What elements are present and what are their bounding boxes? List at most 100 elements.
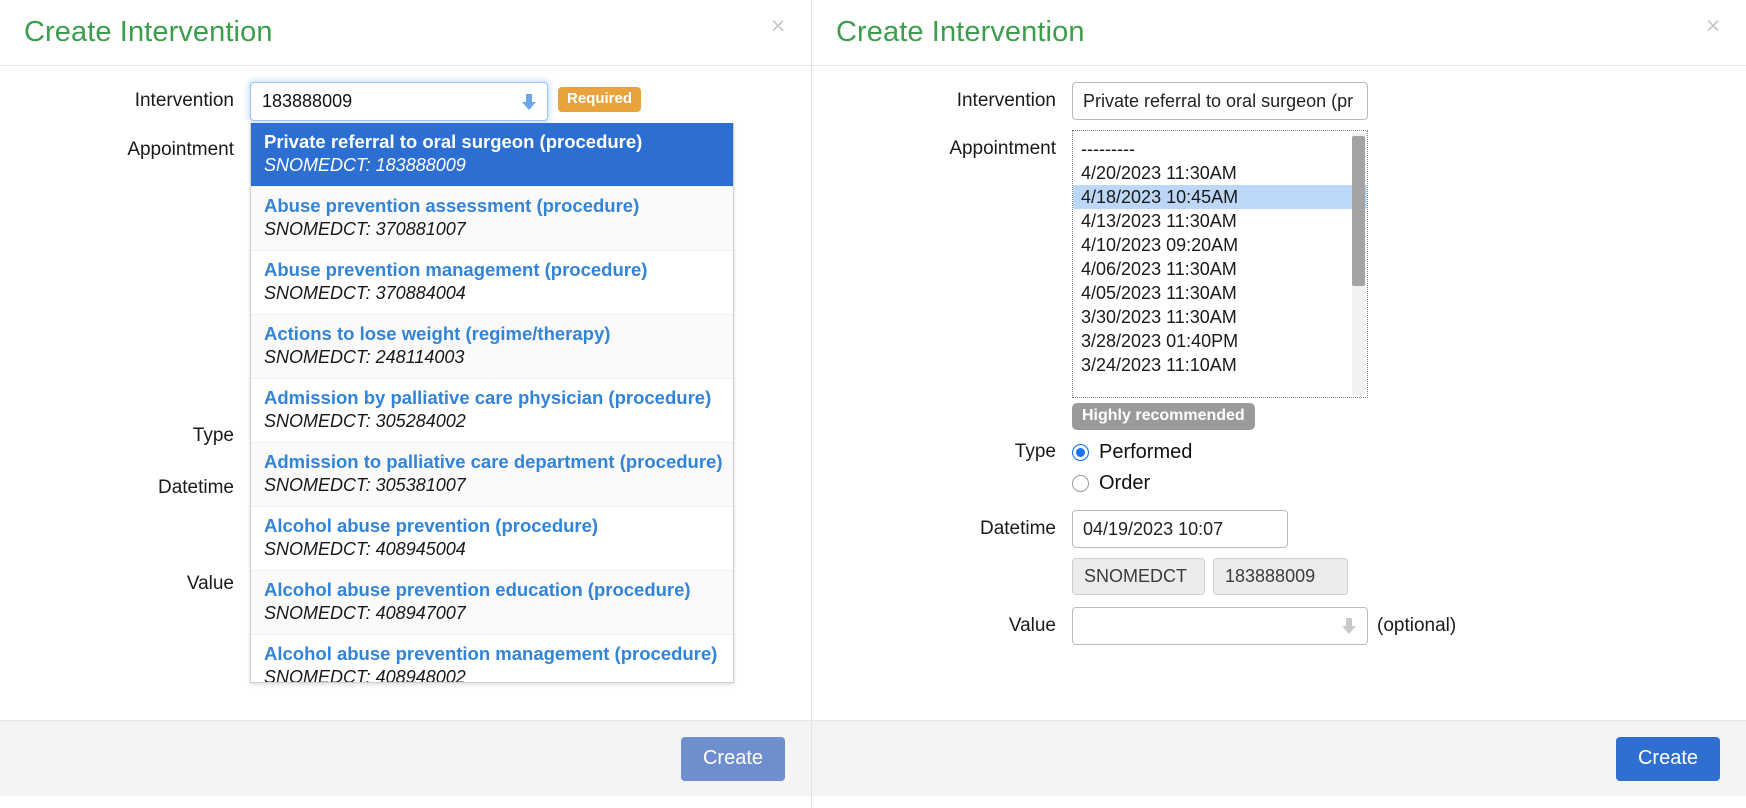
dropdown-option-title: Private referral to oral surgeon (proced…	[264, 131, 643, 152]
right-intervention-input[interactable]: Private referral to oral surgeon (pr	[1072, 82, 1368, 120]
radio-unchecked-icon[interactable]	[1072, 474, 1089, 492]
dropdown-option[interactable]: Admission to palliative care department …	[251, 443, 733, 507]
create-button[interactable]: Create	[680, 736, 785, 781]
appointment-option[interactable]: 4/06/2023 11:30AM	[1073, 257, 1367, 281]
dropdown-option-code: SNOMEDCT: 305284002	[264, 411, 466, 431]
dropdown-option[interactable]: Alcohol abuse prevention education (proc…	[251, 571, 733, 635]
appointment-scrollbar-thumb[interactable]	[1352, 136, 1365, 286]
appointment-option[interactable]: 4/05/2023 11:30AM	[1073, 281, 1367, 305]
dropdown-option-title: Abuse prevention management (procedure)	[264, 259, 648, 280]
dropdown-option-code: SNOMEDCT: 183888009	[264, 155, 466, 175]
right-appointment-control: --------- 4/20/2023 11:30AM 4/18/2023 10:4…	[1072, 130, 1368, 430]
right-create-intervention-modal: Create Intervention × Intervention Priva…	[812, 0, 1746, 808]
right-row-value: Value (optional)	[812, 607, 1746, 645]
dropdown-option-title: Alcohol abuse prevention management (pro…	[264, 643, 718, 664]
dropdown-option[interactable]: Abuse prevention assessment (procedure) S…	[251, 187, 733, 251]
type-radio-label: Order	[1099, 472, 1151, 494]
intervention-dropdown-list[interactable]: Private referral to oral surgeon (proced…	[250, 123, 734, 683]
dropdown-option-title: Actions to lose weight (regime/therapy)	[264, 323, 611, 344]
right-page-title: Create Intervention	[836, 16, 1085, 48]
arrow-down-icon[interactable]	[520, 92, 538, 112]
appointment-options-container: --------- 4/20/2023 11:30AM 4/18/2023 10:4…	[1073, 137, 1367, 377]
left-modal-footer: Create	[0, 720, 811, 796]
code-system-field[interactable]: SNOMEDCT	[1072, 558, 1205, 595]
right-modal-body: Intervention Private referral to oral su…	[812, 66, 1746, 645]
appointment-option[interactable]: 3/28/2023 01:40PM	[1073, 329, 1367, 353]
right-label-value: Value	[1008, 615, 1056, 636]
dropdown-option-title: Admission to palliative care department …	[264, 451, 723, 472]
dropdown-option[interactable]: Admission by palliative care physician (…	[251, 379, 733, 443]
radio-checked-icon[interactable]	[1072, 443, 1089, 461]
left-label-appointment: Appointment	[127, 139, 234, 160]
left-create-intervention-modal: Create Intervention × Intervention 18388…	[0, 0, 812, 808]
left-label-value: Value	[186, 573, 234, 594]
dropdown-option-code: SNOMEDCT: 370881007	[264, 219, 466, 239]
dropdown-option[interactable]: Abuse prevention management (procedure) S…	[251, 251, 733, 315]
close-icon[interactable]: ×	[1702, 14, 1724, 39]
appointment-option[interactable]: 3/24/2023 11:10AM	[1073, 353, 1367, 377]
value-select[interactable]	[1072, 607, 1368, 645]
left-label-intervention: Intervention	[134, 90, 234, 111]
right-row-intervention: Intervention Private referral to oral su…	[812, 82, 1746, 120]
right-label-intervention: Intervention	[956, 90, 1056, 111]
appointment-option[interactable]: ---------	[1073, 137, 1367, 161]
dropdown-option-title: Abuse prevention assessment (procedure)	[264, 195, 640, 216]
right-modal-header: Create Intervention ×	[812, 0, 1746, 66]
right-row-datetime: Datetime 04/19/2023 10:07 SNOMEDCT 18388…	[812, 510, 1746, 595]
close-icon[interactable]: ×	[767, 14, 789, 39]
right-row-type: Type Performed Order	[812, 438, 1746, 500]
dropdown-option-title: Alcohol abuse prevention education (proc…	[264, 579, 691, 600]
appointment-option[interactable]: 4/10/2023 09:20AM	[1073, 233, 1367, 257]
left-label-type: Type	[192, 425, 234, 446]
right-label-datetime: Datetime	[979, 518, 1056, 539]
right-modal-footer: Create	[812, 720, 1746, 796]
dropdown-option-code: SNOMEDCT: 370884004	[264, 283, 466, 303]
type-radio-group: Performed Order	[1072, 438, 1192, 500]
right-row-appointment: Appointment --------- 4/20/2023 11:30AM 4/…	[812, 130, 1746, 430]
dropdown-option[interactable]: Alcohol abuse prevention (procedure) SNOM…	[251, 507, 733, 571]
arrow-down-icon[interactable]	[1340, 616, 1358, 636]
code-value-field[interactable]: 183888009	[1213, 558, 1348, 595]
intervention-search-input[interactable]: 183888009	[250, 82, 548, 121]
datetime-input[interactable]: 04/19/2023 10:07	[1072, 510, 1288, 548]
required-badge: Required	[558, 87, 642, 112]
left-modal-body: Intervention 183888009 Required Private …	[0, 66, 811, 683]
dropdown-option[interactable]: Alcohol abuse prevention management (pro…	[251, 635, 733, 683]
arrow-down-glyph	[1342, 618, 1356, 634]
dropdown-option[interactable]: Private referral to oral surgeon (proced…	[251, 123, 733, 187]
right-label-appointment: Appointment	[949, 138, 1056, 159]
appointment-option[interactable]: 4/13/2023 11:30AM	[1073, 209, 1367, 233]
dropdown-option-code: SNOMEDCT: 408945004	[264, 539, 466, 559]
dropdown-option-code: SNOMEDCT: 408947007	[264, 603, 466, 623]
datetime-control: 04/19/2023 10:07 SNOMEDCT 183888009	[1072, 510, 1348, 595]
type-radio-option[interactable]: Performed	[1072, 438, 1192, 466]
code-pair: SNOMEDCT 183888009	[1072, 558, 1348, 595]
appointment-listbox[interactable]: --------- 4/20/2023 11:30AM 4/18/2023 10:4…	[1072, 130, 1368, 398]
intervention-input-value: 183888009	[262, 91, 353, 111]
dropdown-option-title: Alcohol abuse prevention (procedure)	[264, 515, 599, 536]
dropdown-option-code: SNOMEDCT: 408948002	[264, 667, 466, 683]
dropdown-option-code: SNOMEDCT: 248114003	[264, 347, 465, 367]
appointment-option[interactable]: 3/30/2023 11:30AM	[1073, 305, 1367, 329]
left-intervention-inline: 183888009 Required	[250, 82, 642, 121]
dropdown-option-code: SNOMEDCT: 305381007	[264, 475, 466, 495]
left-intervention-control: 183888009 Required Private referral to o…	[250, 82, 734, 683]
right-label-type: Type	[1014, 441, 1056, 462]
left-modal-header: Create Intervention ×	[0, 0, 811, 66]
type-radio-option[interactable]: Order	[1072, 469, 1192, 497]
dual-modal-screenshot: Create Intervention × Intervention 18388…	[0, 0, 1746, 808]
value-optional-note: (optional)	[1377, 615, 1457, 636]
highly-recommended-badge: Highly recommended	[1072, 403, 1255, 430]
dropdown-option[interactable]: Actions to lose weight (regime/therapy) S…	[251, 315, 733, 379]
appointment-option[interactable]: 4/18/2023 10:45AM	[1073, 185, 1367, 209]
arrow-down-glyph	[522, 93, 536, 110]
value-control: (optional)	[1072, 607, 1456, 645]
appointment-option[interactable]: 4/20/2023 11:30AM	[1073, 161, 1367, 185]
dropdown-option-title: Admission by palliative care physician (…	[264, 387, 712, 408]
appointment-scrollbar[interactable]	[1352, 133, 1365, 395]
left-page-title: Create Intervention	[24, 16, 273, 48]
left-row-intervention: Intervention 183888009 Required Private …	[0, 82, 811, 683]
left-label-datetime: Datetime	[157, 477, 234, 498]
type-radio-label: Performed	[1099, 441, 1193, 463]
create-button[interactable]: Create	[1615, 736, 1720, 781]
